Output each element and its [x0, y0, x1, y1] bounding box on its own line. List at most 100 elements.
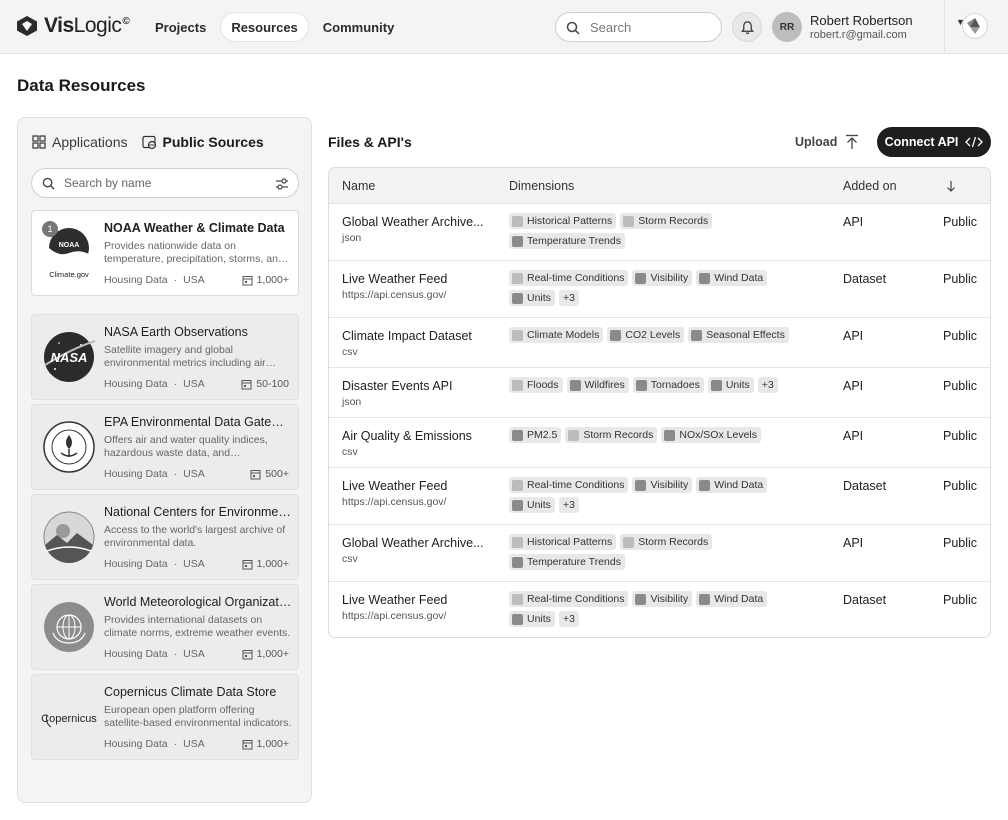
column-name[interactable]: Name [342, 179, 375, 193]
dimension-chip[interactable]: Real-time Conditions [509, 591, 629, 607]
dimension-chip[interactable]: Tornadoes [632, 377, 704, 393]
dimension-type-icon [623, 215, 635, 227]
dimension-chip[interactable]: Units [509, 611, 555, 627]
dimension-chip[interactable]: Wildfires [566, 377, 629, 393]
dimension-chip[interactable]: Units [707, 377, 754, 393]
tab-applications[interactable]: Applications [32, 134, 128, 150]
user-menu[interactable]: RR Robert Robertson robert.r@gmail.com ▼ [772, 12, 965, 42]
upload-button[interactable]: Upload [795, 130, 859, 154]
notifications-button[interactable] [732, 12, 762, 42]
calendar-icon [242, 275, 253, 285]
dimension-label: Visibility [650, 593, 689, 605]
source-card-ncei[interactable]: National Centers for Environmental Infor… [31, 494, 299, 580]
file-type: API [843, 329, 864, 343]
source-description: Access to the world's largest archive of… [104, 524, 286, 549]
dimension-label: Climate Models [527, 329, 600, 341]
calendar-icon [242, 559, 253, 569]
main-nav: Projects Resources Community [145, 12, 404, 42]
more-dimensions-chip[interactable]: +3 [757, 377, 778, 393]
table-row[interactable]: Global Weather Archive... json Historical … [329, 204, 990, 261]
dimension-label: Storm Records [638, 215, 709, 227]
search-input[interactable] [590, 19, 710, 35]
source-card-nasa[interactable]: NASA NASA Earth Observations Satellite i… [31, 314, 299, 400]
column-added-on[interactable]: Added on [843, 179, 897, 193]
dimension-chip[interactable]: PM2.5 [509, 427, 562, 443]
column-dimensions[interactable]: Dimensions [509, 179, 574, 193]
dimension-chip[interactable]: Climate Models [509, 327, 604, 343]
app-logo[interactable]: VisLogic© [16, 14, 130, 38]
file-access: Public [943, 379, 978, 393]
dimension-chips: Climate Models CO2 Levels Seasonal Effects [509, 327, 809, 343]
page-title: Data Resources [17, 76, 146, 95]
table-header: Name Dimensions Added on [329, 168, 990, 204]
svg-text:NOAA: NOAA [59, 242, 80, 249]
svg-text:NASA: NASA [51, 350, 88, 365]
dimension-chip[interactable]: Wind Data [696, 477, 768, 493]
more-dimensions-chip[interactable]: +3 [558, 611, 579, 627]
more-dimensions-chip[interactable]: +3 [558, 290, 579, 306]
table-row[interactable]: Global Weather Archive... csv Historical P… [329, 525, 990, 582]
sort-arrow-down-icon[interactable] [946, 180, 956, 192]
nav-resources[interactable]: Resources [220, 12, 309, 42]
dimension-chip[interactable]: Temperature Trends [509, 554, 625, 570]
nav-projects[interactable]: Projects [145, 12, 216, 42]
dimension-type-icon [512, 235, 523, 247]
dimension-chip[interactable]: Seasonal Effects [688, 327, 789, 343]
dimension-chip[interactable]: Visibility [632, 477, 693, 493]
dimension-chip[interactable]: Floods [509, 377, 563, 393]
dimension-chip[interactable]: Units [509, 290, 555, 306]
dimension-chip[interactable]: Wind Data [696, 591, 768, 607]
dimension-chip[interactable]: Historical Patterns [509, 213, 617, 229]
table-row[interactable]: Disaster Events API json Floods Wildfires To… [329, 368, 990, 418]
source-card-noaa[interactable]: 1 NOAA Climate.gov NOAA Weather & Climat… [31, 210, 299, 296]
table-row[interactable]: Live Weather Feed https://api.census.gov/… [329, 468, 990, 525]
workspace-logo-icon [967, 18, 980, 34]
source-card-epa[interactable]: EPA Environmental Data Gateway Offers ai… [31, 404, 299, 490]
file-source: csv [342, 553, 358, 565]
file-access: Public [943, 593, 978, 607]
dimension-chip[interactable]: Storm Records [620, 534, 713, 550]
source-card-copernicus[interactable]: Copernicus Copernicus Climate Data Store… [31, 674, 299, 760]
dimension-chip[interactable]: Real-time Conditions [509, 270, 629, 286]
sources-tabs: Applications Public Sources [32, 134, 264, 150]
sources-search-input[interactable] [64, 176, 264, 190]
connect-api-button[interactable]: Connect API [877, 127, 991, 157]
dimension-type-icon [699, 272, 711, 284]
dimension-chip[interactable]: Visibility [632, 591, 693, 607]
dimension-chip[interactable]: Units [509, 497, 555, 513]
dimension-label: Visibility [650, 272, 689, 284]
table-row[interactable]: Climate Impact Dataset csv Climate Models C… [329, 318, 990, 368]
dimension-chip[interactable]: Storm Records [565, 427, 658, 443]
dimension-label: Real-time Conditions [527, 479, 625, 491]
file-source: csv [342, 446, 358, 458]
dimension-chip[interactable]: NOx/SOx Levels [661, 427, 761, 443]
dimension-type-icon [569, 379, 581, 391]
workspace-switcher[interactable] [962, 13, 988, 39]
table-row[interactable]: Live Weather Feed https://api.census.gov/… [329, 582, 990, 637]
source-card-wmo[interactable]: World Meteorological Organization Provid… [31, 584, 299, 670]
file-source: https://api.census.gov/ [342, 610, 447, 622]
dimension-chip[interactable]: CO2 Levels [607, 327, 685, 343]
dimension-chip[interactable]: Historical Patterns [509, 534, 617, 550]
dimension-chip[interactable]: Real-time Conditions [509, 477, 629, 493]
dimension-chip[interactable]: Wind Data [696, 270, 768, 286]
nav-community[interactable]: Community [313, 12, 405, 42]
dimension-type-icon [623, 536, 635, 548]
apps-icon [32, 135, 46, 149]
more-dimensions-chip[interactable]: +3 [558, 497, 579, 513]
file-name: Air Quality & Emissions [342, 429, 472, 443]
tab-public-sources[interactable]: Public Sources [141, 134, 264, 150]
dimension-chip[interactable]: Storm Records [620, 213, 713, 229]
dimension-chip[interactable]: Visibility [632, 270, 693, 286]
file-name: Global Weather Archive... [342, 215, 484, 229]
dimension-chips: Historical Patterns Storm Records Temperat… [509, 534, 809, 570]
filter-icon[interactable] [275, 177, 289, 191]
dimension-chips: Real-time Conditions Visibility Wind Data U… [509, 270, 809, 306]
ncei-logo-icon [43, 511, 95, 563]
table-row[interactable]: Live Weather Feed https://api.census.gov/… [329, 261, 990, 318]
table-row[interactable]: Air Quality & Emissions csv PM2.5 Storm Rec… [329, 418, 990, 468]
dimension-type-icon [512, 556, 523, 568]
dimension-chip[interactable]: Temperature Trends [509, 233, 625, 249]
file-source: https://api.census.gov/ [342, 289, 447, 301]
dimension-label: Units [527, 292, 551, 304]
